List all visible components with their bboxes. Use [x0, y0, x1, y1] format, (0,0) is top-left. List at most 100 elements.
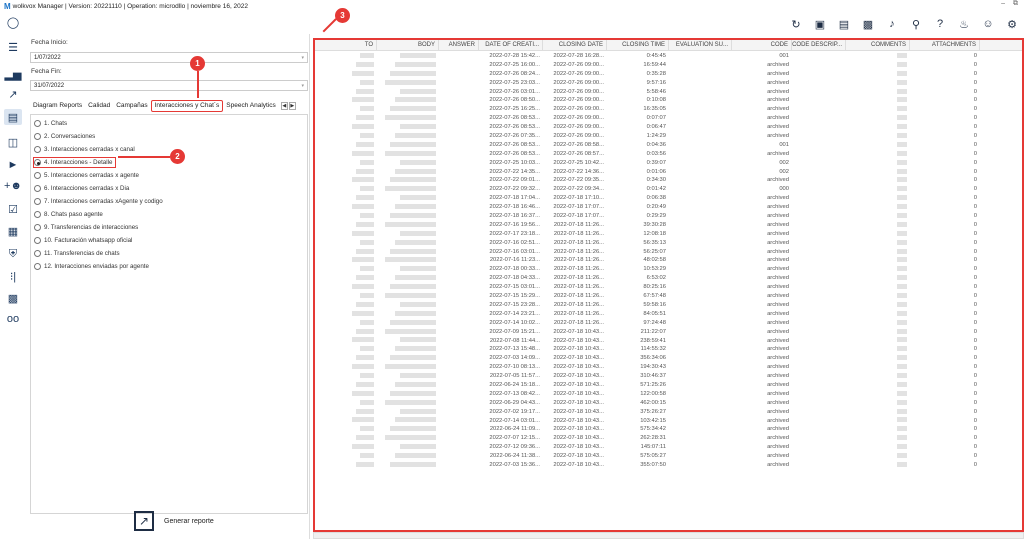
briefcase-icon[interactable]: ▣: [808, 14, 832, 34]
org-chart-icon[interactable]: ◫: [4, 134, 22, 150]
checklist-icon[interactable]: ☑: [4, 201, 22, 217]
generate-report-button[interactable]: ↗ Generar reporte: [134, 511, 214, 531]
chevron-down-icon[interactable]: ▾: [301, 53, 304, 63]
report-option[interactable]: 1. Chats: [34, 118, 67, 129]
table-row[interactable]: 2022-07-08 11:44... 2022-07-18 10:43... 23…: [315, 337, 1022, 346]
help-icon[interactable]: ?: [928, 14, 952, 34]
column-header[interactable]: CODE DESCRIP...: [792, 40, 846, 51]
report-option[interactable]: 6. Interacciones cerradas x Dia: [34, 183, 129, 194]
user-icon[interactable]: ☺: [976, 14, 1000, 34]
table-row[interactable]: 2022-07-13 15:48... 2022-07-18 10:43... 11…: [315, 345, 1022, 354]
column-header[interactable]: COMMENTS: [846, 40, 910, 51]
menu-icon[interactable]: ☰: [4, 39, 22, 55]
tab-speech-analytics[interactable]: Speech Analytics: [223, 100, 279, 112]
table-row[interactable]: 2022-07-26 08:50... 2022-07-26 09:00... 0:…: [315, 96, 1022, 105]
radio-button[interactable]: [34, 159, 41, 166]
table-row[interactable]: 2022-07-16 03:01... 2022-07-18 11:26... 56…: [315, 248, 1022, 257]
settings-icon[interactable]: ⚙: [1000, 14, 1024, 34]
table-row[interactable]: 2022-07-03 15:36... 2022-07-18 10:43... 35…: [315, 461, 1022, 470]
trend-icon[interactable]: ↗: [4, 86, 22, 102]
table-row[interactable]: 2022-07-25 16:25... 2022-07-26 09:00... 16…: [315, 105, 1022, 114]
table-row[interactable]: 2022-06-24 15:18... 2022-07-18 10:43... 57…: [315, 381, 1022, 390]
table-row[interactable]: 2022-07-09 15:21... 2022-07-18 10:43... 21…: [315, 328, 1022, 337]
column-header[interactable]: ANSWER: [439, 40, 479, 51]
radio-button[interactable]: [34, 224, 41, 231]
audio-wave-icon[interactable]: ⁝|: [4, 268, 22, 284]
table-row[interactable]: 2022-07-15 23:28... 2022-07-18 11:26... 59…: [315, 301, 1022, 310]
tab-campanas[interactable]: Campañas: [113, 100, 150, 112]
table-row[interactable]: 2022-07-26 08:53... 2022-07-26 08:58... 0:…: [315, 141, 1022, 150]
table-row[interactable]: 2022-07-16 19:56... 2022-07-18 11:26... 39…: [315, 221, 1022, 230]
report-option[interactable]: 2. Conversaciones: [34, 131, 95, 142]
music-icon[interactable]: ♪: [880, 14, 904, 34]
table-row[interactable]: 2022-07-15 03:01... 2022-07-18 11:26... 80…: [315, 283, 1022, 292]
report-option[interactable]: 11. Transferencias de chats: [34, 248, 120, 259]
report-option[interactable]: 8. Chats paso agente: [34, 209, 103, 220]
table-row[interactable]: 2022-07-16 02:51... 2022-07-18 11:26... 56…: [315, 239, 1022, 248]
column-header[interactable]: DATE OF CREATI...: [479, 40, 543, 51]
table-row[interactable]: 2022-07-10 08:13... 2022-07-18 10:43... 19…: [315, 363, 1022, 372]
horizontal-scrollbar[interactable]: [313, 532, 1024, 539]
table-row[interactable]: 2022-07-26 08:24... 2022-07-26 09:00... 0:…: [315, 70, 1022, 79]
report-option[interactable]: 3. Interacciones cerradas x canal: [34, 144, 135, 155]
tab-diagram-reports[interactable]: Diagram Reports: [30, 100, 85, 112]
radio-button[interactable]: [34, 185, 41, 192]
start-date-field[interactable]: 1/07/2022 ▾: [30, 52, 308, 63]
microphone-icon[interactable]: ⚲: [904, 14, 928, 34]
report-option[interactable]: 4. Interacciones - Detalle: [33, 157, 117, 168]
end-date-field[interactable]: 31/07/2022 ▾: [30, 80, 308, 91]
id-card-icon[interactable]: ▩: [856, 14, 880, 34]
table-row[interactable]: 2022-07-26 07:35... 2022-07-26 09:00... 1:…: [315, 132, 1022, 141]
table-row[interactable]: 2022-07-18 16:37... 2022-07-18 17:07... 0:…: [315, 212, 1022, 221]
radio-button[interactable]: [34, 263, 41, 270]
table-row[interactable]: 2022-06-24 11:38... 2022-07-18 10:43... 57…: [315, 452, 1022, 461]
table-row[interactable]: 2022-06-29 04:43... 2022-07-18 10:43... 46…: [315, 399, 1022, 408]
report-option[interactable]: 12. Interacciones enviadas por agente: [34, 261, 149, 272]
column-header[interactable]: CLOSING DATE: [543, 40, 607, 51]
minimize-button[interactable]: –: [1001, 0, 1005, 8]
table-row[interactable]: 2022-07-28 15:42... 2022-07-28 16:28... 0:…: [315, 52, 1022, 61]
report-option[interactable]: 10. Facturación whatsapp oficial: [34, 235, 132, 246]
radio-button[interactable]: [34, 146, 41, 153]
table-row[interactable]: 2022-07-18 17:04... 2022-07-18 17:10... 0:…: [315, 194, 1022, 203]
radio-button[interactable]: [34, 198, 41, 205]
column-header[interactable]: ATTACHMENTS: [910, 40, 980, 51]
radio-button[interactable]: [34, 211, 41, 218]
tab-scroll-right-icon[interactable]: ▶: [288, 102, 296, 110]
report-option[interactable]: 5. Interacciones cerradas x agente: [34, 170, 139, 181]
table-row[interactable]: 2022-07-26 08:53... 2022-07-26 09:00... 0:…: [315, 123, 1022, 132]
restore-button[interactable]: ⧉: [1013, 0, 1018, 8]
megaphone-icon[interactable]: ►: [4, 157, 22, 173]
user-circle-icon[interactable]: ◯: [4, 14, 22, 30]
bell-icon[interactable]: ♨: [952, 14, 976, 34]
radio-button[interactable]: [34, 237, 41, 244]
table-row[interactable]: 2022-07-03 14:09... 2022-07-18 10:43... 35…: [315, 354, 1022, 363]
table-row[interactable]: 2022-07-18 04:33... 2022-07-18 11:26... 6:…: [315, 274, 1022, 283]
table-row[interactable]: 2022-07-22 14:35... 2022-07-22 14:36... 0:…: [315, 168, 1022, 177]
table-row[interactable]: 2022-07-14 03:01... 2022-07-18 10:43... 10…: [315, 417, 1022, 426]
table-row[interactable]: 2022-07-15 15:29... 2022-07-18 11:26... 67…: [315, 292, 1022, 301]
calculator-icon[interactable]: ▦: [4, 223, 22, 239]
table-row[interactable]: 2022-07-14 23:21... 2022-07-18 11:26... 84…: [315, 310, 1022, 319]
refresh-icon[interactable]: ↻: [784, 14, 808, 34]
table-row[interactable]: 2022-07-13 08:42... 2022-07-18 10:43... 12…: [315, 390, 1022, 399]
table-row[interactable]: 2022-07-18 16:46... 2022-07-18 17:07... 0:…: [315, 203, 1022, 212]
table-row[interactable]: 2022-07-22 09:32... 2022-07-22 09:34... 0:…: [315, 185, 1022, 194]
table-row[interactable]: 2022-06-24 11:09... 2022-07-18 10:43... 57…: [315, 425, 1022, 434]
radio-button[interactable]: [34, 120, 41, 127]
table-row[interactable]: 2022-07-25 16:00... 2022-07-26 09:00... 16…: [315, 61, 1022, 70]
table-row[interactable]: 2022-07-02 19:17... 2022-07-18 10:43... 37…: [315, 408, 1022, 417]
table-row[interactable]: 2022-07-26 08:53... 2022-07-26 09:00... 0:…: [315, 114, 1022, 123]
tab-interacciones-chats[interactable]: Interacciones y Chat´s: [150, 100, 224, 112]
tab-scroll-left-icon[interactable]: ◀: [280, 102, 288, 110]
chevron-down-icon[interactable]: ▾: [301, 81, 304, 91]
table-row[interactable]: 2022-07-25 23:03... 2022-07-26 09:00... 9:…: [315, 79, 1022, 88]
report-option[interactable]: 7. Interacciones cerradas xAgente y codi…: [34, 196, 163, 207]
contact-card-icon[interactable]: ▤: [832, 14, 856, 34]
table-row[interactable]: 2022-07-22 09:01... 2022-07-22 09:35... 0:…: [315, 176, 1022, 185]
voicemail-icon[interactable]: oo: [4, 311, 22, 327]
video-add-icon[interactable]: ▩: [4, 290, 22, 306]
column-header[interactable]: EVALUATION SU...: [669, 40, 732, 51]
tab-calidad[interactable]: Calidad: [85, 100, 113, 112]
add-group-icon[interactable]: +☻: [4, 178, 22, 194]
